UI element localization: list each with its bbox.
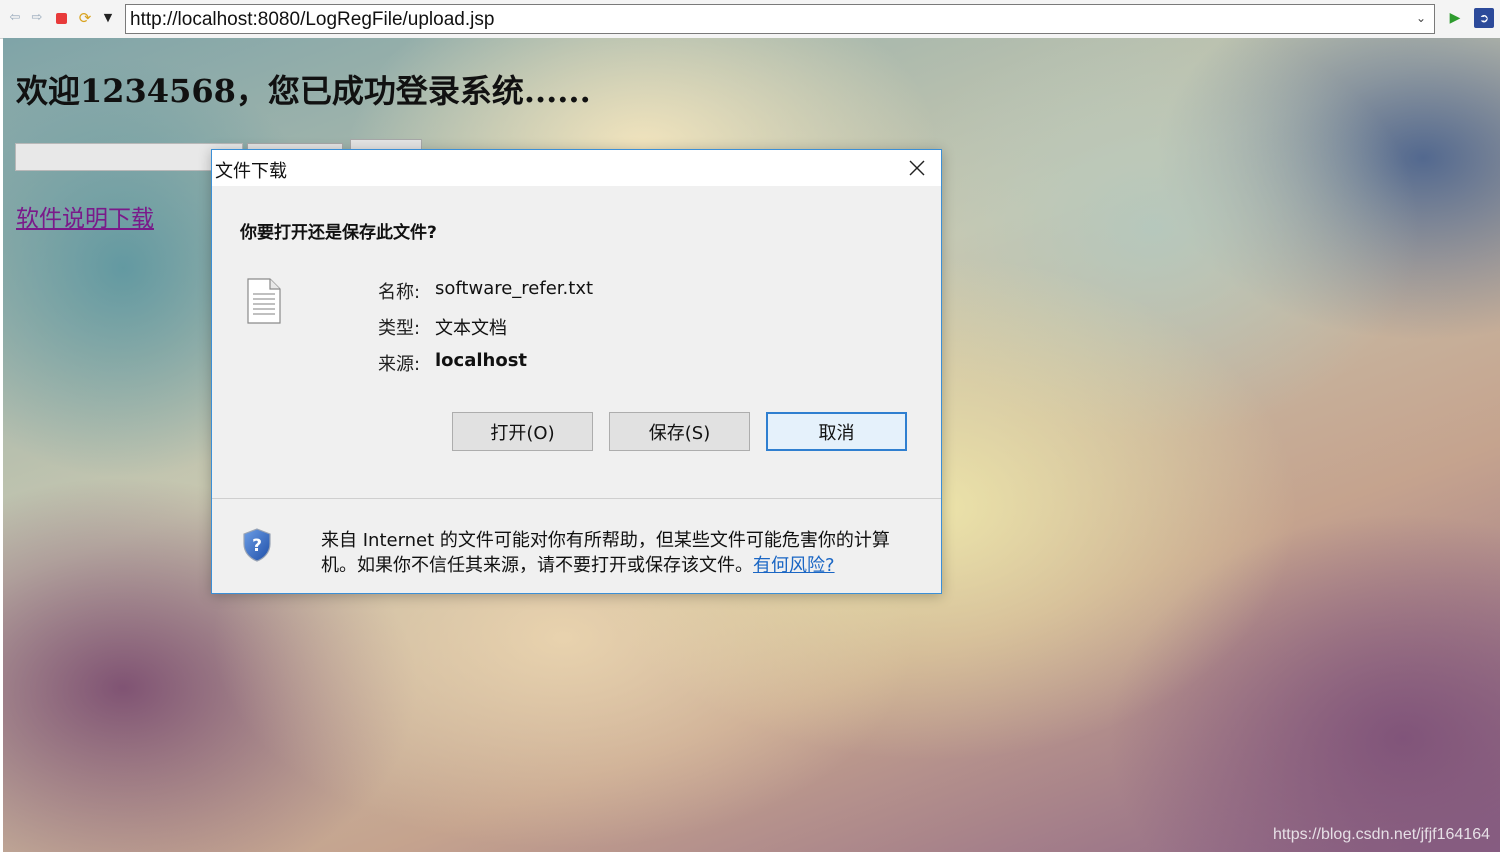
dialog-question: 你要打开还是保存此文件? xyxy=(240,223,437,243)
browser-toolbar: ⇦ ⇨ ⟳ ▼ http://localhost:8080/LogRegFile… xyxy=(0,0,1500,39)
welcome-heading: 欢迎1234568，您已成功登录系统...... xyxy=(16,72,591,110)
dialog-title: 文件下载 xyxy=(215,161,287,182)
file-source-label: 来源: xyxy=(378,354,421,375)
save-button[interactable]: 保存(S) xyxy=(609,412,750,451)
forward-arrow-icon[interactable]: ⇨ xyxy=(28,9,46,27)
stop-icon[interactable] xyxy=(52,9,70,27)
chevron-down-icon[interactable]: ⌄ xyxy=(1416,11,1428,25)
svg-text:?: ? xyxy=(252,536,262,556)
file-source-value: localhost xyxy=(435,350,528,371)
file-input[interactable] xyxy=(15,143,243,171)
security-warning: 来自 Internet 的文件可能对你有所帮助，但某些文件可能危害你的计算机。如… xyxy=(321,528,911,578)
file-type-label: 类型: xyxy=(378,318,421,339)
file-name-value: software_refer.txt xyxy=(435,278,594,299)
go-arrow-icon[interactable]: ▶ xyxy=(1446,9,1464,27)
what-is-the-risk-link[interactable]: 有何风险? xyxy=(753,555,835,576)
dropdown-menu-icon[interactable]: ▼ xyxy=(99,9,117,27)
software-doc-download-link[interactable]: 软件说明下载 xyxy=(16,199,154,233)
close-icon[interactable] xyxy=(907,158,927,178)
security-shield-icon: ? xyxy=(242,528,272,566)
text-file-icon xyxy=(246,278,282,328)
back-arrow-icon[interactable]: ⇦ xyxy=(6,9,24,27)
dialog-titlebar: 文件下载 xyxy=(212,150,941,186)
file-download-dialog: 文件下载 你要打开还是保存此文件? 名称: software_refer.txt… xyxy=(211,149,942,594)
refresh-icon[interactable]: ⟳ xyxy=(76,9,94,27)
watermark: https://blog.csdn.net/jfjf164164 xyxy=(1272,826,1490,843)
dialog-footer: ? 来自 Internet 的文件可能对你有所帮助，但某些文件可能危害你的计算机… xyxy=(212,499,941,593)
open-button[interactable]: 打开(O) xyxy=(452,412,593,451)
address-bar[interactable]: http://localhost:8080/LogRegFile/upload.… xyxy=(125,4,1435,34)
address-url[interactable]: http://localhost:8080/LogRegFile/upload.… xyxy=(130,9,494,31)
file-name-label: 名称: xyxy=(378,282,421,303)
browser-extension-icon[interactable]: ➲ xyxy=(1474,8,1494,28)
cancel-button[interactable]: 取消 xyxy=(766,412,907,451)
file-type-value: 文本文档 xyxy=(435,318,507,339)
